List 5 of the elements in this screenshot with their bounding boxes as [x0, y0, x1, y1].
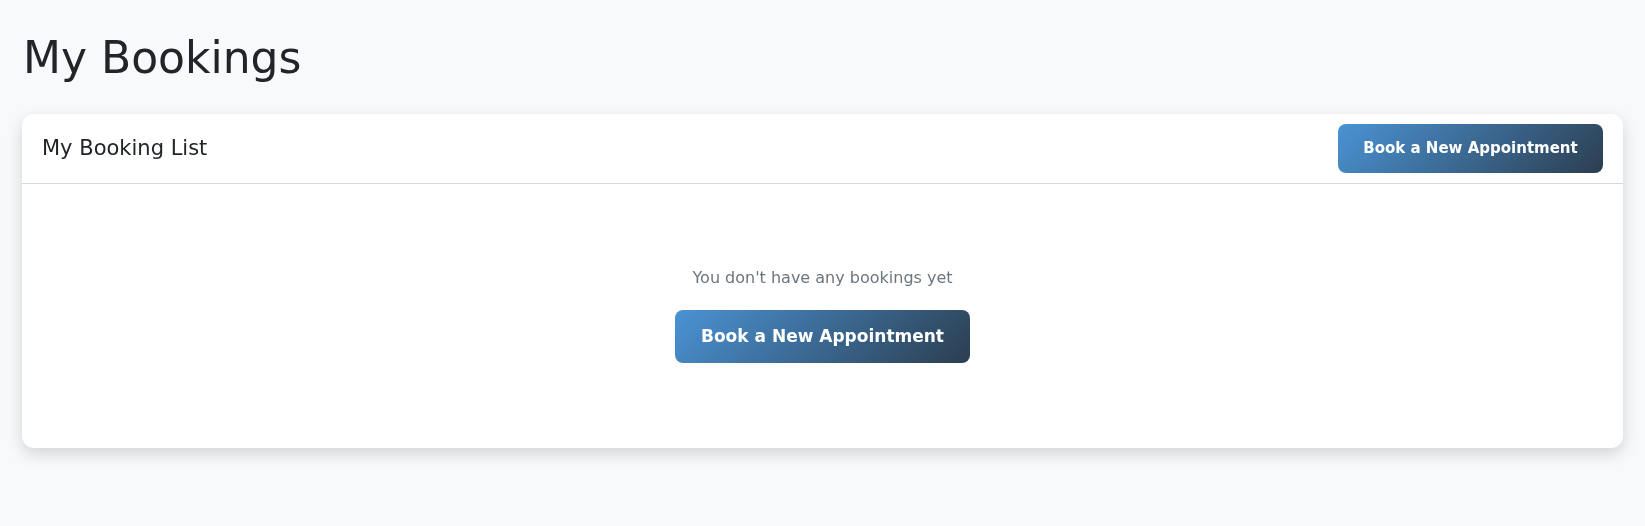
empty-message: You don't have any bookings yet: [692, 267, 953, 289]
book-appointment-button[interactable]: Book a New Appointment: [1338, 124, 1603, 173]
page-title: My Bookings: [23, 31, 302, 85]
card-title: My Booking List: [42, 134, 208, 162]
book-appointment-button[interactable]: Book a New Appointment: [675, 310, 970, 363]
